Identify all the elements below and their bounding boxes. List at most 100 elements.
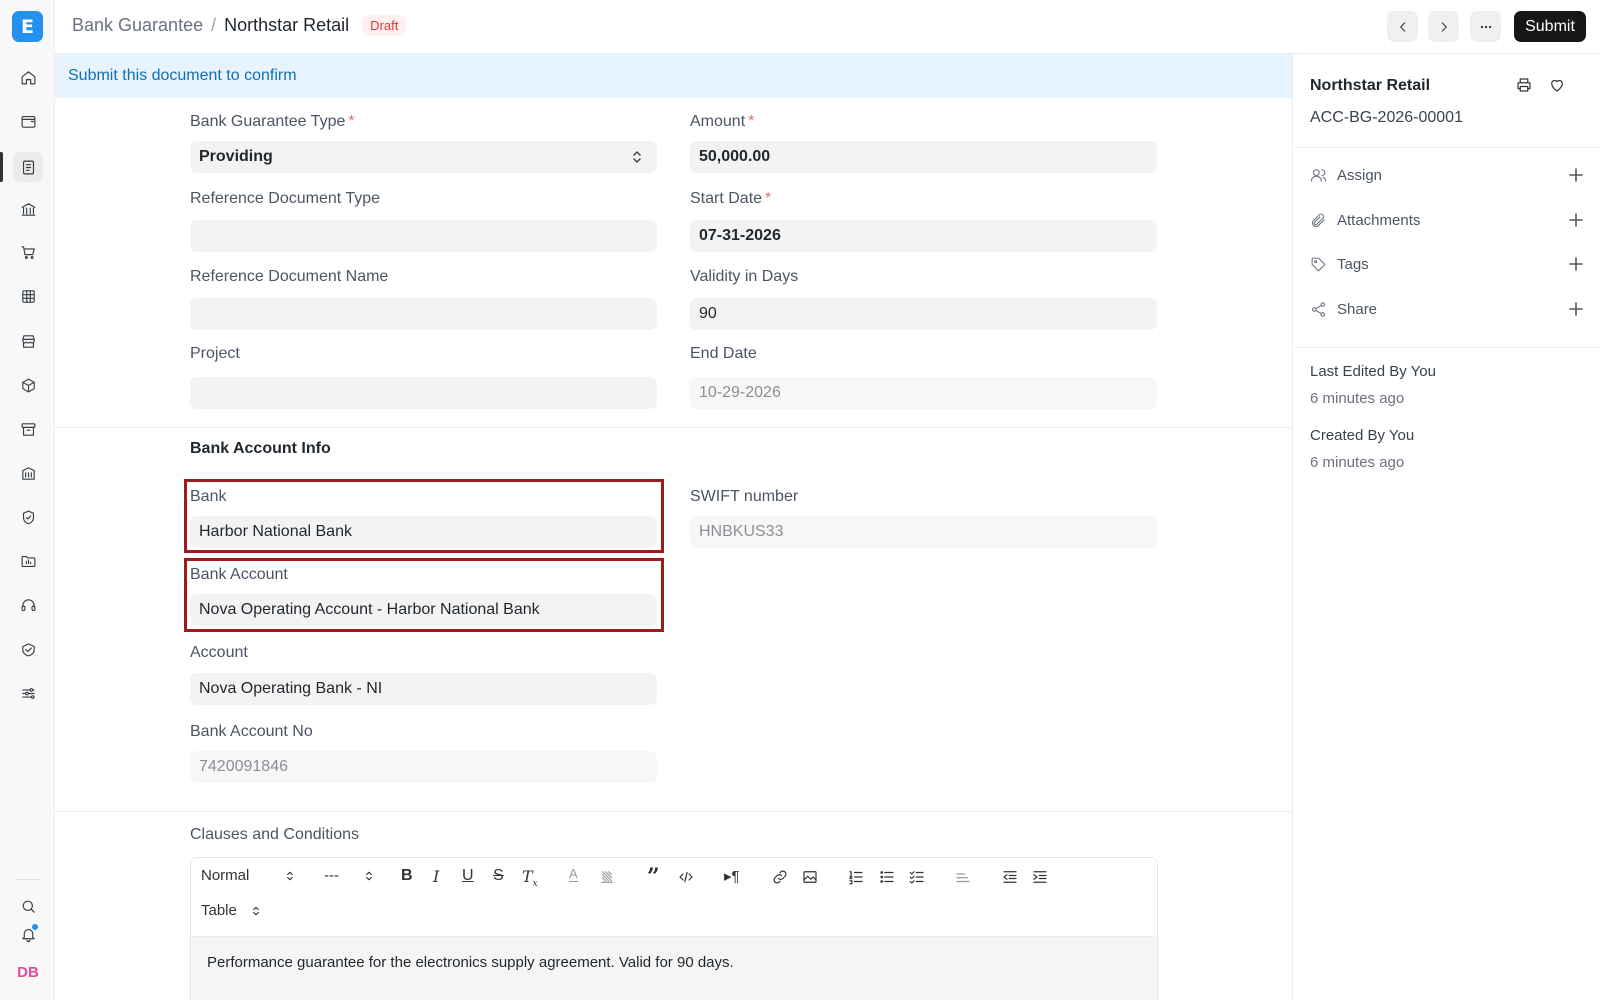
tags-row[interactable]: Tags <box>1310 252 1584 276</box>
section-divider <box>55 427 1292 428</box>
end-date-label: End Date <box>690 345 757 362</box>
bank-account-no-label: Bank Account No <box>190 723 313 740</box>
start-date-label-text: Start Date <box>690 190 763 207</box>
image-button[interactable] <box>801 868 819 886</box>
select-arrows-icon <box>287 871 293 880</box>
sidebar-bank[interactable] <box>13 194 43 224</box>
table-select[interactable]: Table <box>201 902 261 919</box>
plus-icon[interactable] <box>1568 167 1584 183</box>
shield-icon <box>22 510 34 524</box>
sidebar-wallet[interactable] <box>13 106 43 136</box>
section-divider <box>55 811 1292 812</box>
app-sidebar: E DB <box>0 0 55 1000</box>
ordered-list-icon <box>849 871 863 885</box>
tags-label: Tags <box>1337 255 1369 273</box>
plus-icon[interactable] <box>1568 301 1584 317</box>
start-date-input[interactable]: 07-31-2026 <box>690 220 1157 252</box>
bank-guarantee-type-label: Bank Guarantee Type * <box>190 113 355 131</box>
sidebar-crm[interactable] <box>13 634 43 664</box>
sidebar-table[interactable] <box>13 281 43 311</box>
sidebar-buying[interactable] <box>13 237 43 267</box>
sidebar-quality[interactable] <box>13 502 43 532</box>
sidebar-assets[interactable] <box>13 458 43 488</box>
select-arrows-icon <box>253 906 259 915</box>
bullet-list-button[interactable] <box>878 868 896 886</box>
next-document-button[interactable] <box>1428 11 1459 42</box>
outdent-button[interactable] <box>1001 868 1019 886</box>
reference-document-name-input[interactable] <box>190 298 657 330</box>
text-color-button[interactable]: A <box>569 867 578 882</box>
share-row[interactable]: Share <box>1310 297 1584 321</box>
bank-account-input[interactable]: Nova Operating Account - Harbor National… <box>190 594 657 626</box>
underline-icon: U <box>462 867 474 884</box>
sidebar-support[interactable] <box>13 590 43 620</box>
strike-button[interactable]: S <box>493 867 504 885</box>
align-button[interactable] <box>954 868 972 886</box>
bullet-list-icon <box>880 871 894 883</box>
bank-guarantee-type-select[interactable]: Providing <box>190 141 657 173</box>
sidebar-settings[interactable] <box>13 678 43 708</box>
more-actions-button[interactable] <box>1470 11 1501 42</box>
underline-button[interactable]: U <box>462 867 474 885</box>
prev-document-button[interactable] <box>1387 11 1418 42</box>
validity-in-days-input[interactable]: 90 <box>690 298 1157 330</box>
app-logo[interactable]: E <box>12 11 43 42</box>
sidebar-home[interactable] <box>13 62 43 92</box>
sidebar-notifications[interactable] <box>13 919 43 949</box>
code-block-button[interactable] <box>677 868 695 886</box>
sidebar-stock[interactable] <box>13 370 43 400</box>
tag-icon <box>1311 257 1326 271</box>
amount-input[interactable]: 50,000.00 <box>690 141 1157 173</box>
archive-icon <box>21 422 35 436</box>
highlight-button[interactable] <box>598 868 616 886</box>
bold-button[interactable]: B <box>401 867 413 885</box>
strikethrough-icon: S <box>493 867 504 884</box>
required-mark: * <box>348 113 355 130</box>
submit-button[interactable]: Submit <box>1514 11 1586 42</box>
ordered-list-button[interactable] <box>847 868 865 886</box>
check-list-button[interactable] <box>908 868 926 886</box>
clear-format-button[interactable]: Tx <box>522 867 538 889</box>
print-button[interactable] <box>1515 76 1535 96</box>
checklist-icon <box>909 871 924 884</box>
plus-icon[interactable] <box>1568 212 1584 228</box>
blockquote-button[interactable]: ” <box>647 866 660 888</box>
bank-account-label: Bank Account <box>190 566 288 583</box>
chevron-left-icon <box>1399 21 1405 32</box>
bank-input[interactable]: Harbor National Bank <box>190 516 657 548</box>
sidebar-projects[interactable] <box>13 546 43 576</box>
doc-id: ACC-BG-2026-00001 <box>1310 109 1463 126</box>
attachments-row[interactable]: Attachments <box>1310 208 1584 232</box>
top-bar: Bank Guarantee / Northstar Retail Draft … <box>55 0 1600 54</box>
project-input[interactable] <box>190 377 657 409</box>
user-avatar[interactable]: DB <box>14 958 42 986</box>
like-button[interactable] <box>1548 76 1568 96</box>
assign-row[interactable]: Assign <box>1310 163 1584 187</box>
swift-number-label: SWIFT number <box>690 488 799 505</box>
select-arrows-icon <box>366 871 372 880</box>
font-size-select[interactable]: --- <box>324 867 374 884</box>
reference-document-type-input[interactable] <box>190 220 657 252</box>
link-button[interactable] <box>771 868 789 886</box>
sidebar-accounting[interactable] <box>13 152 43 182</box>
notification-dot <box>31 923 39 931</box>
account-input[interactable]: Nova Operating Bank - NI <box>190 673 657 705</box>
indent-button[interactable] <box>1031 868 1049 886</box>
sidebar-archive[interactable] <box>13 414 43 444</box>
plus-icon[interactable] <box>1568 256 1584 272</box>
swift-number-field: HNBKUS33 <box>690 516 1157 548</box>
start-date-label: Start Date * <box>690 190 771 208</box>
editor-toolbar: Normal --- B I U S Tx A ” ▸¶ Table <box>191 858 1157 937</box>
building-icon <box>21 466 35 480</box>
breadcrumb-parent[interactable]: Bank Guarantee <box>72 15 203 36</box>
heart-icon <box>1551 79 1563 92</box>
sidebar-store[interactable] <box>13 326 43 356</box>
sidebar-search[interactable] <box>13 891 43 921</box>
folder-icon <box>21 555 35 567</box>
text-direction-button[interactable]: ▸¶ <box>724 867 740 885</box>
breadcrumb-separator: / <box>211 15 217 35</box>
status-badge: Draft <box>362 15 407 36</box>
editor-content[interactable]: Performance guarantee for the electronic… <box>191 937 1157 1000</box>
italic-button[interactable]: I <box>433 867 439 886</box>
text-style-select[interactable]: Normal <box>201 867 301 884</box>
